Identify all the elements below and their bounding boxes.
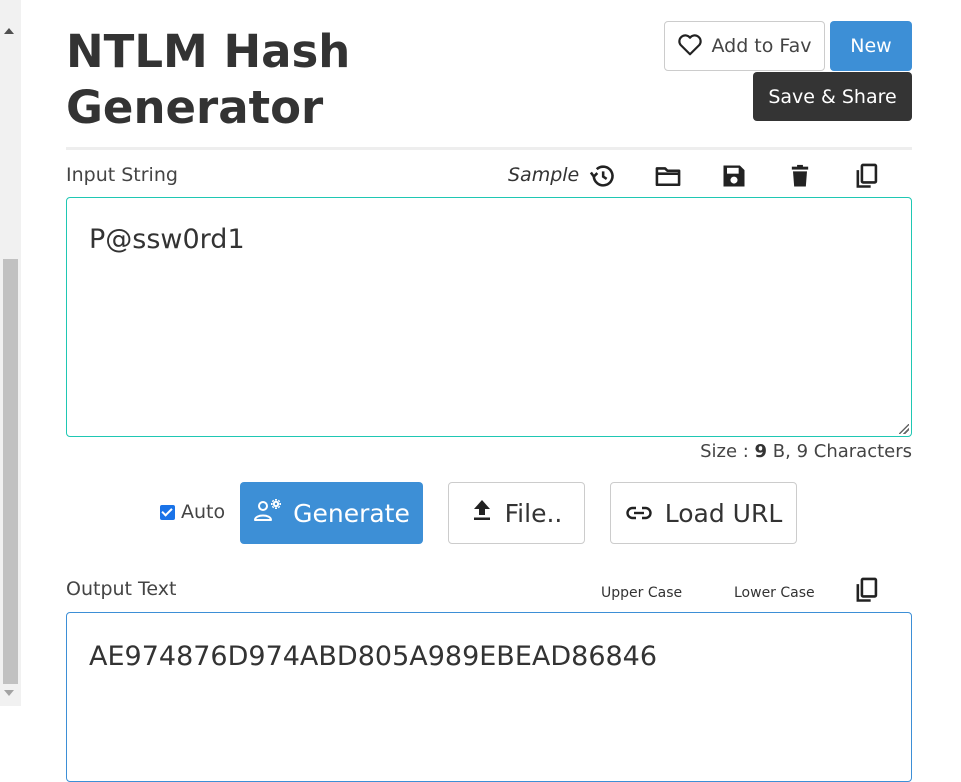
add-to-fav-button[interactable]: Add to Fav (664, 21, 825, 71)
generate-button[interactable]: Generate (240, 482, 423, 544)
new-button[interactable]: New (830, 21, 912, 71)
load-url-button[interactable]: Load URL (610, 482, 797, 544)
add-to-fav-label: Add to Fav (711, 35, 812, 57)
upload-icon (471, 498, 493, 528)
link-icon (625, 499, 653, 528)
save-icon[interactable] (720, 162, 748, 190)
save-share-button[interactable]: Save & Share (753, 72, 912, 121)
generate-label: Generate (293, 498, 410, 528)
auto-checkbox[interactable] (160, 504, 175, 520)
file-label: File.. (504, 498, 563, 528)
resize-grip[interactable] (899, 424, 909, 434)
lower-case-button[interactable]: Lower Case (734, 585, 815, 601)
size-bytes: 9 (754, 441, 768, 462)
history-icon[interactable] (588, 162, 616, 190)
input-string-textarea[interactable]: P@ssw0rd1 (66, 197, 912, 437)
page-scrollbar[interactable] (0, 0, 21, 706)
scroll-thumb[interactable] (3, 259, 18, 684)
size-info: Size : 9 B, 9 Characters (700, 441, 912, 462)
file-button[interactable]: File.. (448, 482, 585, 544)
header-divider (66, 147, 912, 150)
scroll-down-icon[interactable] (4, 690, 14, 696)
scroll-up-icon[interactable] (4, 28, 14, 34)
load-url-label: Load URL (664, 498, 783, 528)
output-text-area[interactable]: AE974876D974ABD805A989EBEAD86846 (66, 612, 912, 782)
sample-link[interactable]: Sample (508, 164, 579, 186)
copy-icon[interactable] (852, 162, 880, 190)
trash-icon[interactable] (786, 162, 814, 190)
page-title: NTLM Hash Generator (66, 25, 351, 134)
heart-icon (677, 32, 703, 61)
folder-open-icon[interactable] (654, 162, 682, 190)
auto-toggle[interactable]: Auto (160, 501, 225, 523)
input-value: P@ssw0rd1 (89, 224, 245, 255)
size-suffix: B, 9 Characters (767, 441, 912, 462)
output-label: Output Text (66, 578, 177, 600)
upper-case-button[interactable]: Upper Case (601, 585, 682, 601)
user-gear-icon (253, 497, 283, 529)
input-label: Input String (66, 164, 178, 186)
output-value: AE974876D974ABD805A989EBEAD86846 (89, 641, 658, 672)
output-copy-icon[interactable] (852, 576, 880, 604)
auto-label: Auto (181, 501, 226, 523)
size-prefix: Size : (700, 441, 755, 462)
